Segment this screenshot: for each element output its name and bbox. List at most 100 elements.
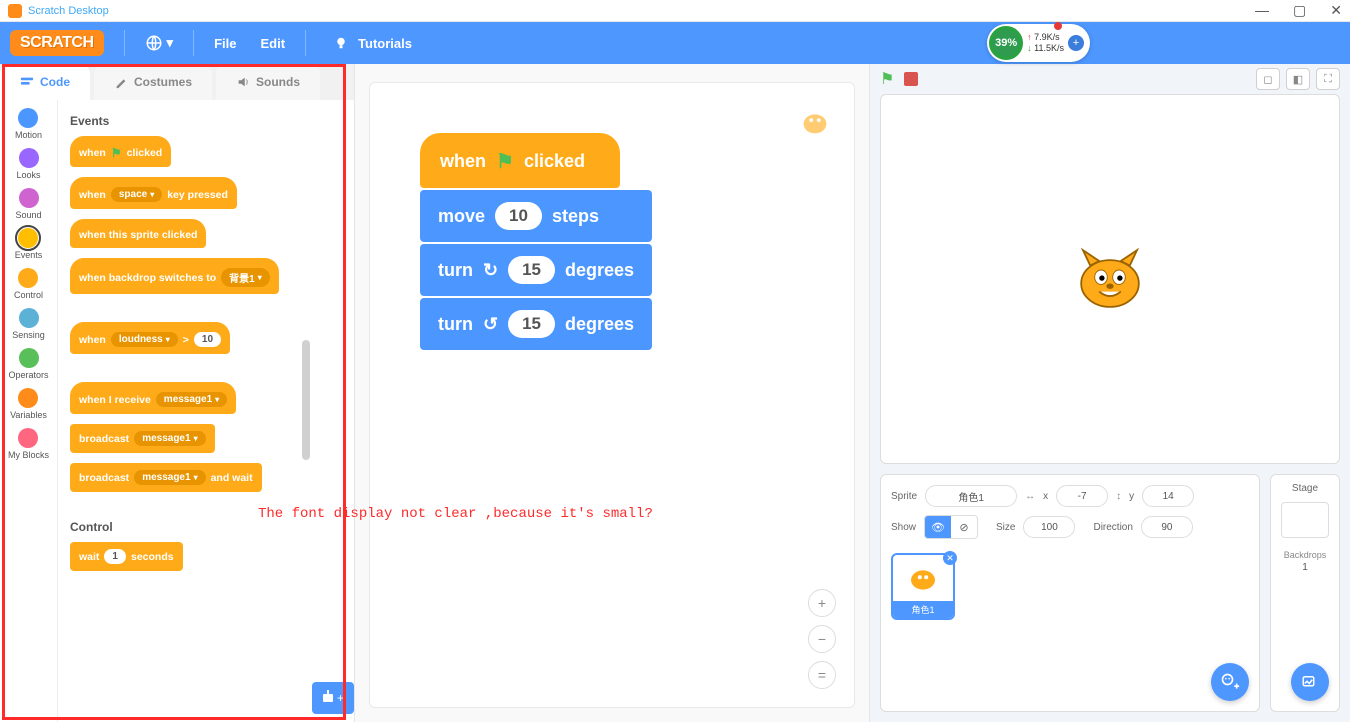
move-value[interactable]: 10 [495, 202, 542, 230]
net-percent: 39% [989, 26, 1023, 60]
net-alert-dot [1054, 22, 1062, 30]
block-broadcast[interactable]: broadcastmessage1 [70, 424, 215, 453]
zoom-in-button[interactable]: + [808, 589, 836, 617]
sprite-name-input[interactable] [925, 485, 1017, 507]
category-motion[interactable]: Motion [15, 106, 42, 142]
block-when-key-pressed[interactable]: whenspacekey pressed [70, 177, 237, 209]
tab-sounds[interactable]: Sounds [216, 64, 320, 100]
sprite-panel: Sprite ↔ x ↕ y Show 👁 ⊘ Size [880, 474, 1260, 712]
block-when-flag-clicked[interactable]: when⚑clicked [70, 136, 171, 167]
sprite-y-input[interactable] [1142, 485, 1194, 507]
rotate-cw-icon: ↻ [483, 260, 498, 281]
rotate-ccw-icon: ↺ [483, 314, 498, 335]
zoom-reset-button[interactable]: = [808, 661, 836, 689]
stop-button[interactable] [904, 72, 918, 86]
zoom-out-button[interactable]: − [808, 625, 836, 653]
direction-label: Direction [1093, 522, 1132, 533]
download-speed: 11.5K/s [1027, 43, 1064, 54]
add-backdrop-button[interactable] [1291, 663, 1329, 701]
size-label: Size [996, 522, 1015, 533]
backdrop-thumbnail[interactable] [1281, 502, 1329, 538]
block-when-receive[interactable]: when I receivemessage1 [70, 382, 236, 414]
chevron-down-icon: ▾ [167, 35, 174, 51]
tutorials-button[interactable]: Tutorials [320, 34, 424, 52]
add-extension-button[interactable]: + [312, 682, 354, 714]
maximize-button[interactable]: ▢ [1293, 2, 1306, 19]
block-when-sprite-clicked[interactable]: when this sprite clicked [70, 219, 206, 248]
sprite-size-input[interactable] [1023, 516, 1075, 538]
category-events[interactable]: Events [15, 226, 43, 262]
editor-tabs: Code Costumes Sounds [0, 64, 354, 100]
tab-costumes[interactable]: Costumes [94, 64, 212, 100]
sprite-direction-input[interactable] [1141, 516, 1193, 538]
category-variables[interactable]: Variables [10, 386, 47, 422]
file-menu[interactable]: File [202, 36, 248, 51]
script-move-steps[interactable]: move10steps [420, 190, 652, 242]
tutorials-label: Tutorials [358, 36, 412, 51]
add-sprite-button[interactable] [1211, 663, 1249, 701]
show-label: Show [891, 522, 916, 533]
y-icon: ↕ [1116, 491, 1121, 502]
block-broadcast-wait[interactable]: broadcastmessage1and wait [70, 463, 262, 492]
tab-code[interactable]: Code [0, 64, 90, 100]
stage-large-button[interactable]: ◧ [1286, 68, 1310, 90]
category-operators[interactable]: Operators [8, 346, 48, 382]
key-dropdown[interactable]: space [111, 187, 162, 202]
stage-header: ⚑ ◻ ◧ ⛶ [870, 64, 1350, 94]
show-button[interactable]: 👁 [925, 516, 951, 538]
loudness-value[interactable]: 10 [194, 332, 221, 347]
flag-icon: ⚑ [496, 149, 514, 174]
visibility-toggle[interactable]: 👁 ⊘ [924, 515, 978, 539]
minimize-button[interactable]: — [1255, 2, 1269, 19]
stage-label: Stage [1292, 483, 1318, 494]
turn-cw-value[interactable]: 15 [508, 256, 555, 284]
language-menu[interactable]: ▾ [133, 34, 186, 52]
network-badge[interactable]: 39% 7.9K/s 11.5K/s + [987, 24, 1090, 62]
broadcast-wait-dropdown[interactable]: message1 [134, 470, 205, 485]
block-palette: Events when⚑clicked whenspacekey pressed… [58, 100, 312, 722]
hide-button[interactable]: ⊘ [951, 516, 977, 538]
app-icon [8, 4, 22, 18]
green-flag-button[interactable]: ⚑ [880, 69, 894, 89]
stage-small-button[interactable]: ◻ [1256, 68, 1280, 90]
category-looks[interactable]: Looks [16, 146, 40, 182]
script-when-flag-clicked[interactable]: when⚑clicked [420, 133, 620, 188]
tab-sounds-label: Sounds [256, 75, 300, 89]
scratch-logo: SCRATCH [10, 30, 104, 56]
delete-sprite-button[interactable]: ✕ [943, 551, 957, 565]
message-dropdown[interactable]: message1 [156, 392, 227, 407]
category-sound[interactable]: Sound [15, 186, 41, 222]
script-area[interactable]: when⚑clicked move10steps turn↻15degrees … [355, 64, 870, 722]
block-when-backdrop-switches[interactable]: when backdrop switches to背景1 [70, 258, 279, 294]
stage-panel: Stage Backdrops 1 [1270, 474, 1340, 712]
category-control[interactable]: Control [14, 266, 43, 302]
close-button[interactable]: ✕ [1330, 2, 1342, 19]
upload-speed: 7.9K/s [1027, 32, 1064, 43]
category-my-blocks[interactable]: My Blocks [8, 426, 49, 462]
wait-value[interactable]: 1 [104, 549, 126, 564]
control-heading: Control [70, 520, 300, 534]
turn-ccw-value[interactable]: 15 [508, 310, 555, 338]
sprite-watermark-icon [796, 103, 834, 141]
palette-scrollbar[interactable] [302, 340, 310, 460]
category-sensing[interactable]: Sensing [12, 306, 45, 342]
script-turn-cw[interactable]: turn↻15degrees [420, 244, 652, 296]
sprite-card[interactable]: ✕ 角色1 [891, 553, 955, 620]
block-when-loudness[interactable]: whenloudness>10 [70, 322, 230, 354]
edit-menu[interactable]: Edit [248, 36, 297, 51]
sprite-x-input[interactable] [1056, 485, 1108, 507]
block-wait-seconds[interactable]: wait1seconds [70, 542, 183, 571]
stage[interactable] [880, 94, 1340, 464]
loudness-dropdown[interactable]: loudness [111, 332, 178, 347]
events-heading: Events [70, 114, 300, 128]
backdrops-label: Backdrops [1284, 550, 1327, 560]
stage-fullscreen-button[interactable]: ⛶ [1316, 68, 1340, 90]
scratch-cat-icon [1065, 234, 1155, 324]
flag-icon: ⚑ [111, 146, 122, 160]
script-stack[interactable]: when⚑clicked move10steps turn↻15degrees … [420, 133, 652, 350]
broadcast-dropdown[interactable]: message1 [134, 431, 205, 446]
script-turn-ccw[interactable]: turn↺15degrees [420, 298, 652, 350]
backdrop-dropdown[interactable]: 背景1 [221, 268, 270, 287]
net-plus-icon[interactable]: + [1068, 35, 1084, 51]
xy-icon: ↔ [1025, 491, 1035, 502]
